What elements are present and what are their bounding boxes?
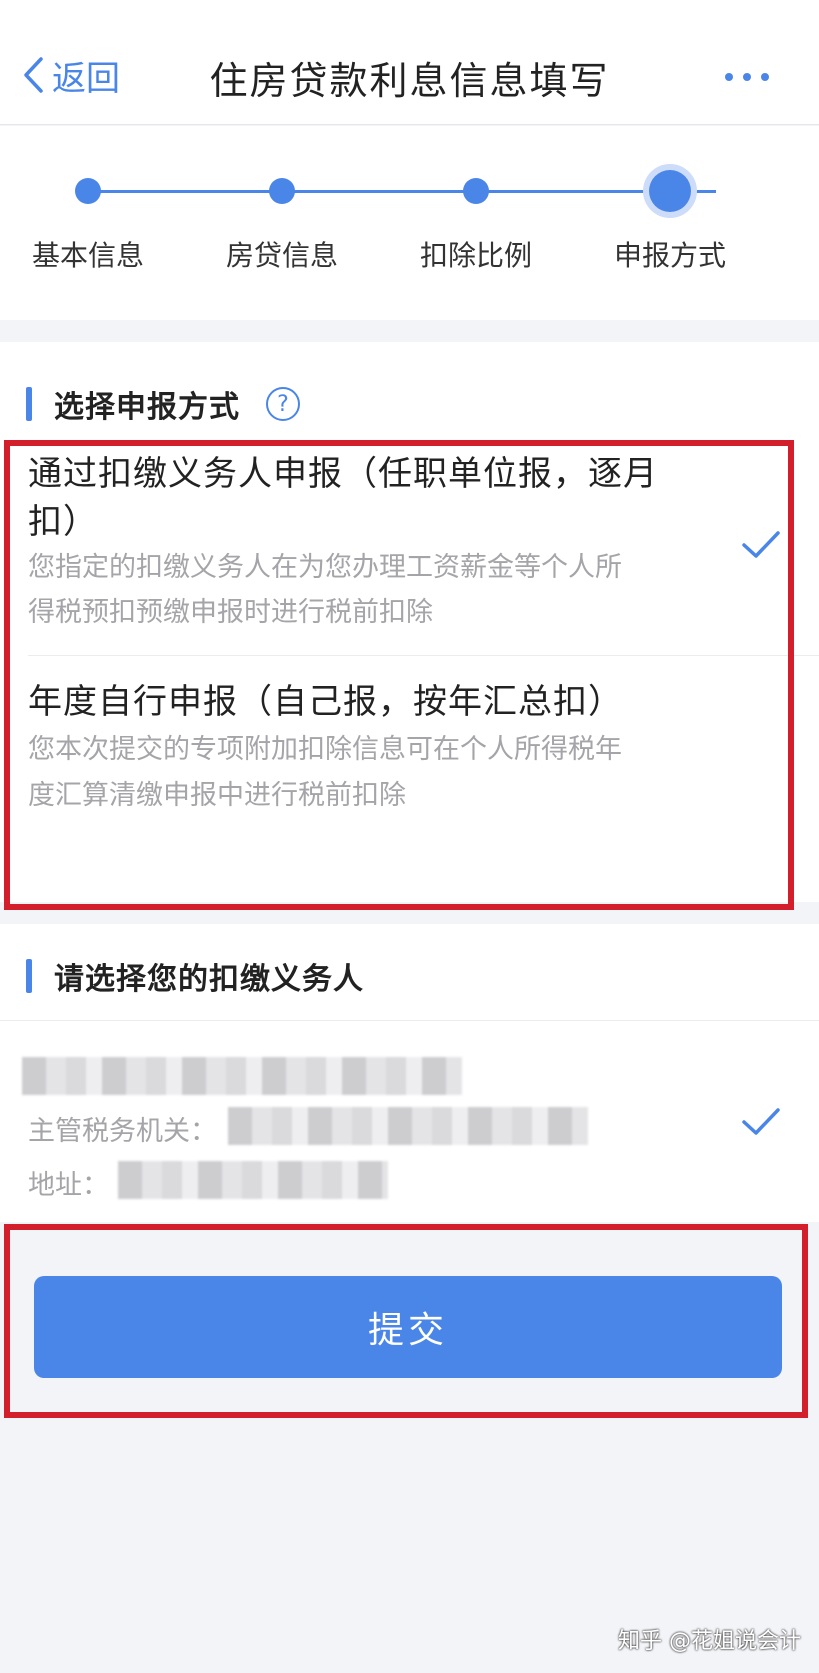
option-title: 扣） xyxy=(28,502,98,542)
step-label: 申报方式 xyxy=(613,239,726,272)
submit-area: 提交 xyxy=(0,1222,819,1673)
section-accent-bar xyxy=(26,387,32,421)
step-label: 基本信息 xyxy=(31,239,144,272)
step-mortgage-info: 房贷信息 xyxy=(182,164,382,274)
option-description: 您指定的扣缴义务人在为您办理工资薪金等个人所 xyxy=(28,552,622,583)
option-description: 您本次提交的专项附加扣除信息可在个人所得税年 xyxy=(28,734,622,765)
option-title: 通过扣缴义务人申报（任职单位报，逐月 xyxy=(28,454,658,494)
section-title: 选择申报方式 xyxy=(54,390,240,425)
step-deduction-ratio: 扣除比例 xyxy=(376,164,576,274)
screen: 返回 住房贷款利息信息填写 基本信息 房贷信息 扣除比例 申报方式 选择申报方式… xyxy=(0,0,819,1673)
watermark: 知乎 @花姐说会计 xyxy=(618,1629,801,1654)
withholding-agent-section: 请选择您的扣缴义务人 主管税务机关： 地址： xyxy=(0,924,819,1222)
step-dot xyxy=(463,178,489,204)
agent-name-redacted xyxy=(22,1057,462,1095)
check-icon xyxy=(742,531,780,558)
nav-header: 返回 住房贷款利息信息填写 xyxy=(0,0,819,125)
filing-method-section: 选择申报方式 ? 通过扣缴义务人申报（任职单位报，逐月 扣） 您指定的扣缴义务人… xyxy=(0,342,819,902)
page-title: 住房贷款利息信息填写 xyxy=(209,59,610,103)
section-header: 请选择您的扣缴义务人 xyxy=(26,954,364,998)
step-label: 扣除比例 xyxy=(419,239,532,272)
step-basic-info: 基本信息 xyxy=(0,164,188,274)
step-dot-current xyxy=(649,170,691,212)
more-icon[interactable] xyxy=(725,62,769,92)
tax-authority-redacted xyxy=(228,1107,588,1145)
section-header: 选择申报方式 ? xyxy=(26,382,300,426)
step-label: 房贷信息 xyxy=(225,239,338,272)
section-title: 请选择您的扣缴义务人 xyxy=(54,962,364,997)
option-title: 年度自行申报（自己报，按年汇总扣） xyxy=(28,682,623,722)
address-label: 地址： xyxy=(28,1170,109,1201)
section-accent-bar xyxy=(26,959,32,993)
agent-item[interactable]: 主管税务机关： 地址： xyxy=(0,1021,819,1221)
address-redacted xyxy=(118,1161,388,1199)
progress-stepper: 基本信息 房贷信息 扣除比例 申报方式 xyxy=(0,126,819,320)
check-icon xyxy=(742,1108,780,1135)
step-filing-method: 申报方式 xyxy=(570,164,770,274)
option-withholding-agent[interactable]: 通过扣缴义务人申报（任职单位报，逐月 扣） 您指定的扣缴义务人在为您办理工资薪金… xyxy=(0,432,819,657)
help-icon[interactable]: ? xyxy=(266,387,300,421)
submit-button[interactable]: 提交 xyxy=(34,1276,782,1378)
option-self-filing[interactable]: 年度自行申报（自己报，按年汇总扣） 您本次提交的专项附加扣除信息可在个人所得税年… xyxy=(0,656,819,836)
step-dot xyxy=(75,178,101,204)
option-description: 得税预扣预缴申报时进行税前扣除 xyxy=(28,597,433,628)
tax-authority-label: 主管税务机关： xyxy=(28,1116,217,1147)
option-description: 度汇算清缴申报中进行税前扣除 xyxy=(28,780,406,811)
step-dot xyxy=(269,178,295,204)
